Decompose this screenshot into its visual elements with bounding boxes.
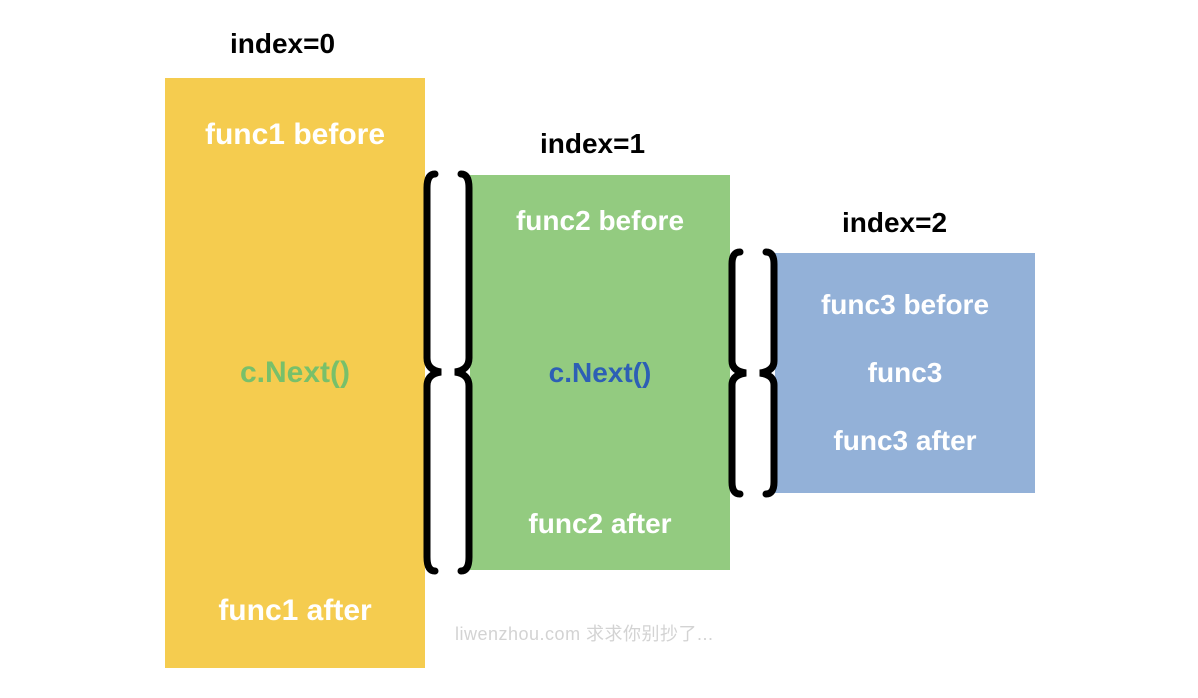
index-2-label: index=2 xyxy=(842,207,947,239)
func2-after-text: func2 after xyxy=(528,508,671,540)
func2-before-text: func2 before xyxy=(516,205,684,237)
func1-next-text: c.Next() xyxy=(240,356,350,390)
func1-before-text: func1 before xyxy=(205,118,385,152)
middleware-box-0: func1 before c.Next() func1 after xyxy=(165,78,425,668)
watermark-text: liwenzhou.com 求求你别抄了... xyxy=(455,620,714,646)
index-0-label: index=0 xyxy=(230,28,335,60)
func2-next-text: c.Next() xyxy=(549,357,652,389)
middleware-box-1: func2 before c.Next() func2 after xyxy=(470,175,730,570)
func1-after-text: func1 after xyxy=(218,594,371,628)
middleware-box-2: func3 before func3 func3 after xyxy=(775,253,1035,493)
func3-body-text: func3 xyxy=(868,357,943,389)
func3-after-text: func3 after xyxy=(833,425,976,457)
brace-0-to-1 xyxy=(423,170,473,575)
func3-before-text: func3 before xyxy=(821,289,989,321)
brace-1-to-2 xyxy=(728,248,778,498)
index-1-label: index=1 xyxy=(540,128,645,160)
